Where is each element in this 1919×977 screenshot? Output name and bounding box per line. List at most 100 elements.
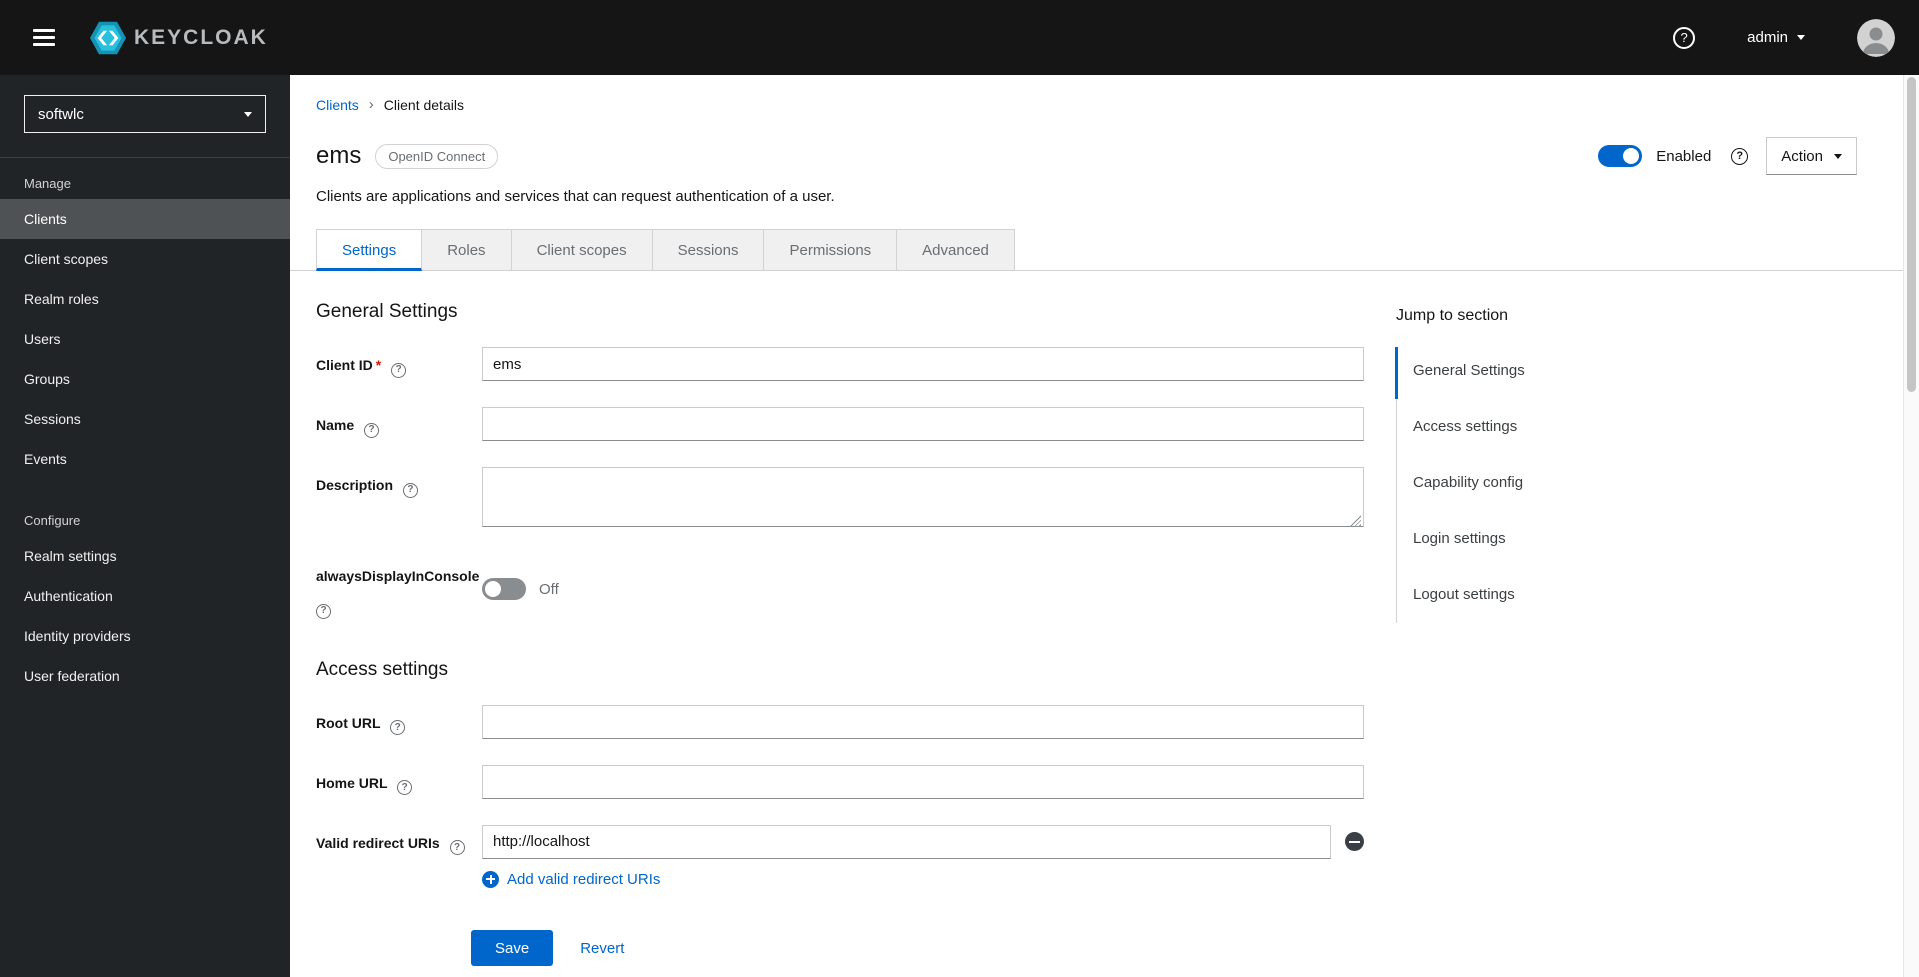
avatar[interactable] <box>1857 18 1895 57</box>
label-text: Valid redirect URIs <box>316 834 440 851</box>
help-icon[interactable] <box>316 603 331 619</box>
label-text: alwaysDisplayInConsole <box>316 568 480 584</box>
name-input[interactable] <box>482 407 1364 441</box>
tab-advanced[interactable]: Advanced <box>897 229 1015 271</box>
section-title-access-settings: Access settings <box>316 658 448 680</box>
root-url-label: Root URL <box>316 705 482 739</box>
keycloak-logo[interactable]: KEYCLOAK <box>90 20 268 56</box>
settings-content: General Settings Client ID* Name <box>290 271 1903 975</box>
section-title-general-settings: General Settings <box>316 301 458 322</box>
help-icon[interactable] <box>390 720 406 735</box>
client-id-control <box>482 347 1364 381</box>
jump-link-access-settings[interactable]: Access settings <box>1397 399 1676 455</box>
client-id-input[interactable] <box>482 347 1364 381</box>
form-row-valid-redirect-uris: Valid redirect URIs Add valid redirect U… <box>316 824 1364 893</box>
action-label: Action <box>1781 147 1823 165</box>
tab-client-scopes[interactable]: Client scopes <box>511 229 653 271</box>
form-row-name: Name <box>316 407 1364 441</box>
description-control <box>482 467 1364 532</box>
jump-link-general-settings[interactable]: General Settings <box>1395 347 1676 399</box>
valid-redirect-uris-label: Valid redirect URIs <box>316 825 482 893</box>
sidebar-item-users[interactable]: Users <box>0 319 290 359</box>
sidebar: softwlc Manage Clients Client scopes Rea… <box>0 75 290 977</box>
user-menu-dropdown[interactable]: admin <box>1747 29 1805 46</box>
always-display-toggle[interactable] <box>482 578 526 601</box>
realm-name: softwlc <box>38 105 84 123</box>
form-row-client-id: Client ID * <box>316 347 1364 381</box>
form-row-home-url: Home URL <box>316 764 1364 799</box>
form-row-always-display-in-console: alwaysDisplayInConsole Off <box>316 558 1364 619</box>
action-dropdown[interactable]: Action <box>1766 137 1857 175</box>
help-icon[interactable] <box>364 422 380 438</box>
sidebar-item-client-scopes[interactable]: Client scopes <box>0 239 290 279</box>
home-url-input[interactable] <box>482 764 1364 799</box>
add-link-label: Add valid redirect URIs <box>507 870 661 888</box>
required-asterisk: * <box>375 357 382 373</box>
add-valid-redirect-uri-button[interactable]: Add valid redirect URIs <box>482 870 661 888</box>
form-row-root-url: Root URL <box>316 704 1364 739</box>
name-control <box>482 407 1364 441</box>
sidebar-item-clients[interactable]: Clients <box>0 199 290 239</box>
plus-circle-icon <box>482 870 499 888</box>
valid-redirect-uris-control: Add valid redirect URIs <box>482 824 1364 893</box>
sidebar-item-realm-settings[interactable]: Realm settings <box>0 536 290 576</box>
realm-selector[interactable]: softwlc <box>24 95 266 133</box>
nav-toggle-button[interactable] <box>24 18 64 58</box>
jump-link-login-settings[interactable]: Login settings <box>1397 511 1676 567</box>
enabled-toggle[interactable] <box>1598 145 1643 167</box>
scrollbar-track[interactable] <box>1903 75 1919 977</box>
root-url-input[interactable] <box>482 704 1364 739</box>
help-icon[interactable] <box>1731 147 1749 165</box>
breadcrumb: Clients Client details <box>316 96 1877 113</box>
scrollbar-thumb[interactable] <box>1907 77 1916 392</box>
client-settings-form: General Settings Client ID* Name <box>316 271 1364 975</box>
tab-permissions[interactable]: Permissions <box>764 229 898 271</box>
page-description: Clients are applications and services th… <box>316 188 835 205</box>
jump-link-capability-config[interactable]: Capability config <box>1397 455 1676 511</box>
page-header: ems OpenID Connect Enabled Action <box>316 137 1857 175</box>
tab-sessions[interactable]: Sessions <box>652 229 765 271</box>
help-icon[interactable] <box>449 840 465 855</box>
name-label: Name <box>316 407 482 441</box>
description-textarea[interactable] <box>482 467 1364 527</box>
label-text: Home URL <box>316 774 388 791</box>
save-button[interactable]: Save <box>471 930 554 966</box>
sidebar-item-groups[interactable]: Groups <box>0 359 290 399</box>
always-display-label: alwaysDisplayInConsole <box>316 558 482 619</box>
masthead-toolbar: admin <box>1673 18 1895 57</box>
nav-section-title: Manage <box>24 176 71 191</box>
sidebar-item-authentication[interactable]: Authentication <box>0 576 290 616</box>
nav-section-configure: Configure Realm settings Authentication … <box>0 495 290 696</box>
breadcrumb-link-clients[interactable]: Clients <box>316 97 359 113</box>
sidebar-item-identity-providers[interactable]: Identity providers <box>0 616 290 656</box>
minus-circle-icon[interactable] <box>1345 832 1364 851</box>
jump-link-logout-settings[interactable]: Logout settings <box>1397 567 1676 623</box>
revert-button[interactable]: Revert <box>580 940 624 957</box>
jump-nav-list: General Settings Access settings Capabil… <box>1395 347 1676 623</box>
help-icon[interactable] <box>391 362 407 378</box>
label-text: Root URL <box>316 714 381 731</box>
username: admin <box>1747 29 1788 46</box>
always-display-control: Off <box>482 558 1364 619</box>
sidebar-item-user-federation[interactable]: User federation <box>0 656 290 696</box>
sidebar-item-events[interactable]: Events <box>0 439 290 479</box>
help-icon[interactable] <box>402 482 418 498</box>
tab-roles[interactable]: Roles <box>422 229 512 271</box>
brand-name: KEYCLOAK <box>134 25 268 49</box>
tab-settings[interactable]: Settings <box>316 229 423 271</box>
help-icon[interactable] <box>1673 26 1696 49</box>
breadcrumb-current: Client details <box>383 96 464 113</box>
keycloak-logo-icon <box>90 21 126 54</box>
sidebar-item-realm-roles[interactable]: Realm roles <box>0 279 290 319</box>
tab-bar: Settings Roles Client scopes Sessions Pe… <box>290 229 1903 271</box>
valid-redirect-uri-input[interactable] <box>482 824 1331 859</box>
form-actions-bar: Save Revert <box>290 919 1903 977</box>
label-text: Client ID <box>316 357 373 373</box>
header-controls: Enabled Action <box>1598 137 1857 175</box>
redirect-uri-row <box>482 824 1364 859</box>
caret-down-icon <box>1834 153 1842 159</box>
help-icon[interactable] <box>397 780 413 795</box>
sidebar-item-sessions[interactable]: Sessions <box>0 399 290 439</box>
label-help-wrap <box>316 596 482 619</box>
main-content: Clients Client details ems OpenID Connec… <box>290 75 1903 977</box>
